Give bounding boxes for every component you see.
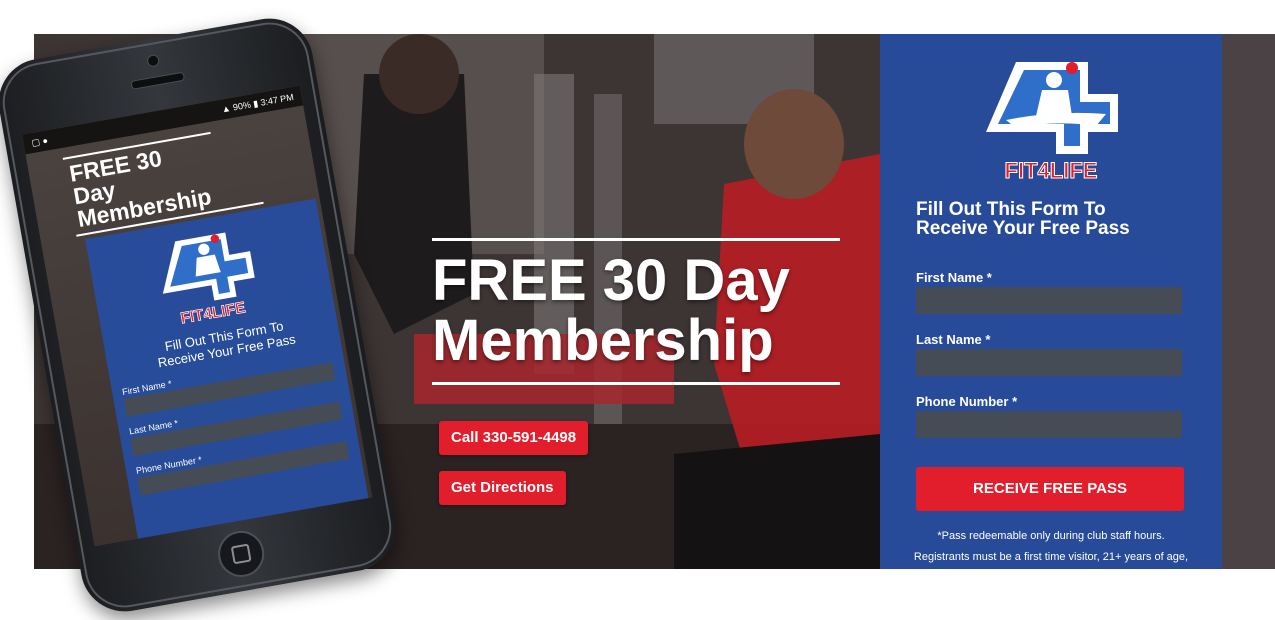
battery-percent: 90% [232, 99, 252, 113]
get-directions-button[interactable]: Get Directions [439, 471, 566, 505]
signup-form-panel: FIT4LIFE Fill Out This Form To Receive Y… [880, 34, 1222, 569]
hero-title-line2: Membership [432, 308, 774, 373]
receive-free-pass-button[interactable]: RECEIVE FREE PASS [916, 467, 1184, 511]
status-time: 3:47 PM [259, 91, 295, 108]
mobile-form-panel: FIT4LIFE Fill Out This Form To Receive Y… [85, 198, 370, 545]
fit4life-logo: FIT4LIFE [986, 62, 1118, 184]
mobile-logo-text: FIT4LIFE [179, 299, 247, 327]
call-button[interactable]: Call 330-591-4498 [439, 421, 589, 455]
notification-icons: ▢ ● [30, 135, 49, 149]
form-heading: Fill Out This Form To Receive Your Free … [916, 200, 1206, 238]
hero-title: FREE 30 Day Membership [432, 251, 852, 371]
mobile-form-heading: Fill Out This Form To Receive Your Free … [124, 311, 326, 375]
home-square-icon [230, 543, 252, 565]
disclaimer-line2: Registrants must be a first time visitor… [913, 551, 1189, 563]
hero-bottom-rule [432, 382, 840, 385]
signal-icon: ▲ [220, 103, 232, 115]
hero-title-line1: FREE 30 Day [432, 248, 790, 313]
first-name-input[interactable] [916, 287, 1182, 314]
phone-number-label: Phone Number * [916, 394, 1018, 409]
form-heading-line2: Receive Your Free Pass [916, 218, 1130, 239]
form-heading-line1: Fill Out This Form To [916, 199, 1106, 220]
hero-top-rule [432, 238, 840, 241]
last-name-input[interactable] [916, 349, 1182, 376]
mobile-fit4life-logo: FIT4LIFE [162, 232, 255, 328]
fit4life-logo-text: FIT4LIFE [1005, 158, 1098, 183]
disclaimer-text: *Pass redeemable only during club staff … [900, 526, 1202, 568]
disclaimer-line1: *Pass redeemable only during club staff … [937, 530, 1165, 542]
battery-icon: ▮ [252, 98, 259, 109]
phone-number-input[interactable] [916, 411, 1182, 438]
first-name-label: First Name * [916, 270, 992, 285]
last-name-label: Last Name * [916, 332, 991, 347]
